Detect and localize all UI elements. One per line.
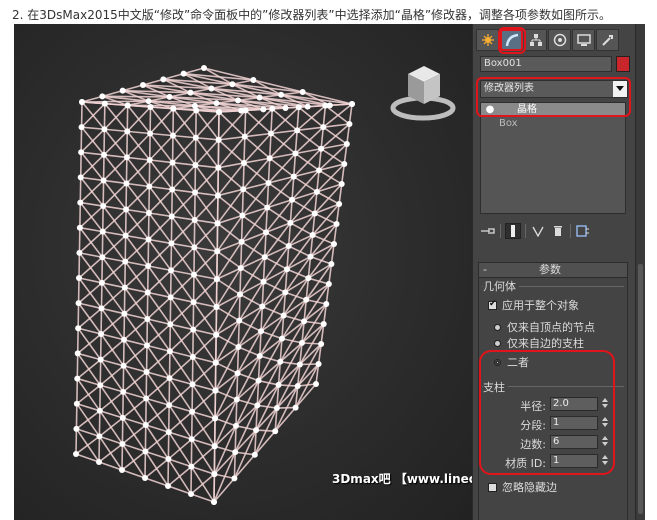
radio-both[interactable]: 二者	[494, 354, 529, 370]
material-id-spinner[interactable]	[601, 454, 609, 468]
radius-label: 半径:	[520, 400, 546, 413]
radio-struts-only[interactable]: 仅来自边的支柱	[494, 335, 584, 351]
tutorial-caption: 2. 在3DsMax2015中文版“修改”命令面板中的”修改器列表”中选择添加“…	[12, 8, 612, 22]
stack-item-box[interactable]: Box	[481, 117, 625, 131]
rollout-header[interactable]: - 参数	[478, 262, 628, 278]
lightbulb-icon[interactable]: ●	[481, 103, 499, 117]
ignore-hidden-edges-checkbox[interactable]: 忽略隐藏边	[488, 479, 557, 495]
divider	[570, 224, 571, 238]
modifier-stack: ● 晶格 Box	[480, 102, 626, 214]
material-id-input[interactable]: 1	[550, 454, 598, 468]
sides-label: 边数:	[520, 438, 546, 451]
radio-button[interactable]	[494, 339, 501, 347]
remove-modifier-button[interactable]	[550, 223, 566, 239]
unique-icon	[532, 226, 544, 237]
configure-icon	[576, 225, 589, 237]
divider	[500, 224, 501, 238]
sides-spinner[interactable]	[601, 435, 609, 449]
apply-whole-object-checkbox[interactable]: 应用于整个对象	[488, 297, 579, 313]
modify-icon	[505, 33, 518, 47]
modify-tab[interactable]	[500, 29, 523, 51]
struts-group-title: 支柱	[483, 379, 508, 395]
end-result-icon	[511, 225, 515, 237]
stack-toolbar	[480, 222, 626, 240]
show-end-result-button[interactable]	[505, 223, 521, 239]
object-name-field[interactable]: Box001	[480, 56, 612, 72]
radio-button[interactable]	[494, 323, 501, 331]
sides-input[interactable]: 6	[550, 435, 598, 449]
create-icon	[481, 34, 494, 46]
stack-item-lattice[interactable]: ● 晶格	[481, 103, 625, 117]
chevron-down-icon[interactable]	[613, 81, 627, 97]
create-tab[interactable]	[476, 29, 499, 51]
modifier-list-dropdown[interactable]: 修改器列表	[480, 80, 628, 98]
utilities-tab[interactable]	[596, 29, 619, 51]
segments-spinner[interactable]	[601, 416, 609, 430]
checkbox-checked[interactable]	[488, 299, 497, 310]
panel-scrollbar[interactable]	[635, 24, 645, 520]
display-icon	[576, 34, 591, 46]
modifier-list-label: 修改器列表	[484, 83, 534, 94]
scrollbar-thumb[interactable]	[638, 264, 643, 514]
hierarchy-tab[interactable]	[524, 29, 547, 51]
command-tabs	[476, 28, 632, 52]
viewcube-icon[interactable]	[384, 52, 464, 132]
geometry-group-title: 几何体	[483, 278, 519, 294]
pin-stack-button[interactable]	[480, 223, 496, 239]
perspective-viewport[interactable]	[14, 24, 472, 520]
motion-tab[interactable]	[548, 29, 571, 51]
object-color-swatch[interactable]	[616, 56, 630, 72]
radius-spinner[interactable]	[601, 397, 609, 411]
checkbox-unchecked[interactable]	[488, 482, 497, 492]
utilities-icon	[601, 35, 613, 46]
motion-icon	[553, 33, 566, 47]
hierarchy-icon	[529, 34, 542, 46]
segments-label: 分段:	[520, 419, 546, 432]
radius-input[interactable]: 2.0	[550, 397, 598, 411]
segments-input[interactable]: 1	[550, 416, 598, 430]
rollout-title: 参数	[539, 263, 561, 276]
make-unique-button[interactable]	[530, 223, 546, 239]
trash-icon	[554, 226, 562, 236]
pin-icon	[481, 228, 495, 234]
radio-joints-only[interactable]: 仅来自顶点的节点	[494, 319, 595, 335]
radio-button-selected[interactable]	[494, 358, 501, 366]
collapse-icon[interactable]: -	[483, 263, 487, 277]
material-id-label: 材质 ID:	[505, 457, 546, 470]
display-tab[interactable]	[572, 29, 595, 51]
configure-sets-button[interactable]	[575, 223, 591, 239]
divider	[525, 224, 526, 238]
